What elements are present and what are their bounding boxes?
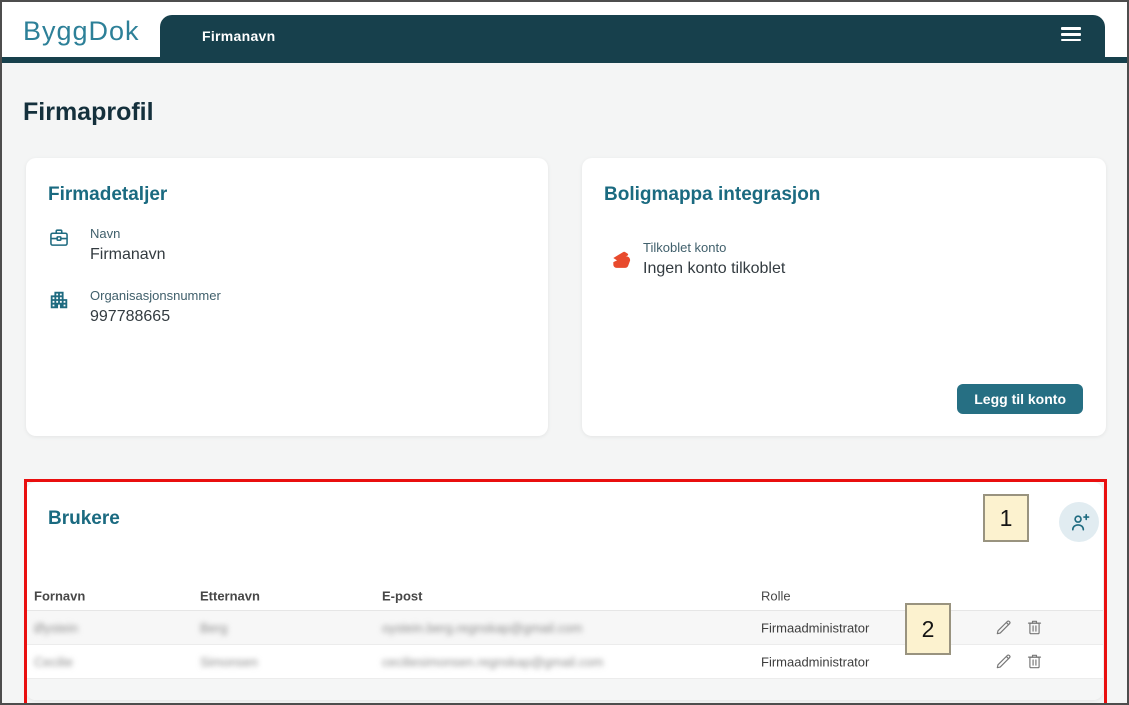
hamburger-icon xyxy=(1061,27,1081,30)
cell-etternavn: Berg xyxy=(200,620,227,635)
pencil-icon xyxy=(994,618,1014,637)
column-header-epost: E-post xyxy=(382,589,422,604)
cell-epost: ceciliesimonsen.regnskap@gmail.com xyxy=(382,654,603,669)
hamburger-icon xyxy=(1061,39,1081,42)
hamburger-icon xyxy=(1061,33,1081,36)
header-divider xyxy=(2,57,1127,63)
cell-rolle: Firmaadministrator xyxy=(761,654,869,669)
briefcase-icon xyxy=(48,227,70,249)
app-logo[interactable]: ByggDok xyxy=(23,16,140,47)
app-window: ByggDok Firmanavn Firmaprofil Firmadetal… xyxy=(0,0,1129,705)
field-label: Navn xyxy=(90,226,166,241)
field-value: 997788665 xyxy=(90,308,221,326)
boligmappa-title: Boligmappa integrasjon xyxy=(604,184,820,206)
trash-icon xyxy=(1025,618,1045,637)
field-value: Firmanavn xyxy=(90,246,166,264)
cell-epost: oystein.berg.regnskap@gmail.com xyxy=(382,620,582,635)
column-header-rolle: Rolle xyxy=(761,589,791,604)
boligmappa-logo-icon xyxy=(610,248,635,273)
row-actions xyxy=(994,652,1045,672)
brukere-card: Brukere Fornavn Etternavn E-post Rolle Ø… xyxy=(26,482,1103,700)
person-add-icon xyxy=(1068,511,1091,534)
column-header-etternavn: Etternavn xyxy=(200,589,260,604)
pencil-icon xyxy=(994,652,1014,671)
edit-user-button[interactable] xyxy=(994,618,1014,638)
delete-user-button[interactable] xyxy=(1025,618,1045,638)
field-value: Ingen konto tilkoblet xyxy=(643,260,785,278)
brukere-title: Brukere xyxy=(48,508,120,530)
annotation-marker-2: 2 xyxy=(905,603,951,655)
header-tabbar: Firmanavn xyxy=(160,15,1105,57)
cell-rolle: Firmaadministrator xyxy=(761,620,869,635)
cell-fornavn: Øystein xyxy=(34,620,78,635)
field-label: Tilkoblet konto xyxy=(643,240,785,255)
trash-icon xyxy=(1025,652,1045,671)
annotation-marker-1: 1 xyxy=(983,494,1029,542)
firmadetaljer-card: Firmadetaljer Navn Firmanavn xyxy=(26,158,548,436)
add-user-button[interactable] xyxy=(1059,502,1099,542)
hamburger-menu-button[interactable] xyxy=(1061,27,1083,45)
page-title: Firmaprofil xyxy=(23,98,154,127)
row-actions xyxy=(994,618,1045,638)
field-label: Organisasjonsnummer xyxy=(90,288,221,303)
table-footer xyxy=(26,679,1103,700)
firmadetaljer-title: Firmadetaljer xyxy=(48,184,167,206)
building-icon xyxy=(48,289,70,311)
cell-fornavn: Cecilie xyxy=(34,654,73,669)
boligmappa-card: Boligmappa integrasjon Tilkoblet konto I… xyxy=(582,158,1106,436)
edit-user-button[interactable] xyxy=(994,652,1014,672)
add-account-button[interactable]: Legg til konto xyxy=(957,384,1083,414)
delete-user-button[interactable] xyxy=(1025,652,1045,672)
column-header-fornavn: Fornavn xyxy=(34,589,85,604)
tab-firmanavn[interactable]: Firmanavn xyxy=(202,28,276,44)
cell-etternavn: Simonsen xyxy=(200,654,258,669)
